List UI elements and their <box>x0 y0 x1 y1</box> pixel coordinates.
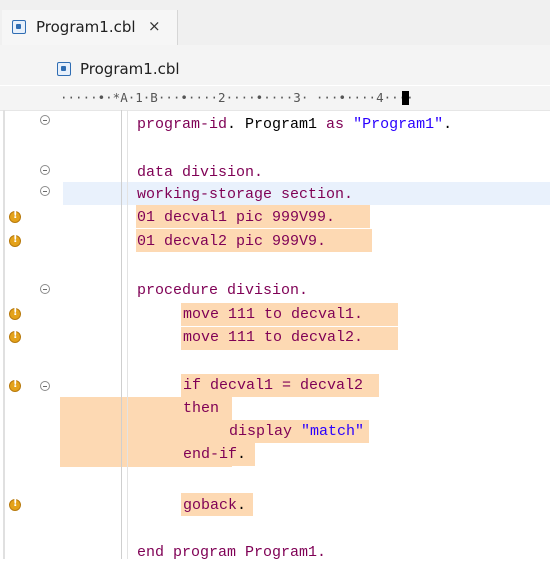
fold-toggle-icon[interactable] <box>40 284 50 294</box>
keyword: move <box>183 306 220 323</box>
code-line: if decval1 = decval2 <box>183 374 363 397</box>
warning-icon[interactable] <box>9 307 21 320</box>
code-line: move 111 to decval1. <box>183 303 363 326</box>
code-text: 111 <box>219 306 265 323</box>
code-line: data division. <box>137 164 264 181</box>
ruler-cursor-marker <box>402 91 409 105</box>
code-text: . <box>237 497 247 514</box>
code-line: 01 decval1 pic 999V99. <box>137 206 335 229</box>
code-text: . <box>443 116 453 133</box>
tab-program1[interactable]: Program1.cbl × <box>2 10 178 45</box>
code-text: 01 decval1 <box>137 209 237 226</box>
warning-icon[interactable] <box>9 379 21 392</box>
code-text: 999V99. <box>263 209 336 226</box>
keyword: pic <box>236 209 264 226</box>
code-text: . Program1 <box>227 116 327 133</box>
cobol-file-icon <box>57 62 71 76</box>
code-text: . <box>237 446 247 463</box>
breadcrumb-file[interactable]: Program1.cbl <box>80 60 180 78</box>
code-line: move 111 to decval2. <box>183 326 363 349</box>
tab-title: Program1.cbl <box>36 18 136 36</box>
cobol-file-icon <box>12 20 26 34</box>
keyword: goback <box>183 497 238 514</box>
code-line: 01 decval2 pic 999V9. <box>137 230 326 253</box>
code-text: decval2. <box>282 329 364 346</box>
ruler-text: ·····•·*A·1·B···•····2····•····3· ···•··… <box>60 90 414 105</box>
code-line: display "match" <box>229 420 364 443</box>
code-text: decval1. <box>282 306 364 323</box>
fold-toggle-icon[interactable] <box>40 186 50 196</box>
warning-icon[interactable] <box>9 234 21 247</box>
column-ruler: ·····•·*A·1·B···•····2····•····3· ···•··… <box>0 86 550 111</box>
editor-left-border <box>3 110 5 559</box>
keyword: display <box>229 423 293 440</box>
code-line: program-id. Program1 as "Program1". <box>137 113 452 136</box>
keyword: program-id <box>137 116 228 133</box>
code-text: Program1. <box>236 544 327 561</box>
fold-toggle-icon[interactable] <box>40 381 50 391</box>
code-text: 111 <box>219 329 265 346</box>
code-editor[interactable]: program-id. Program1 as "Program1". data… <box>0 110 550 561</box>
keyword: move <box>183 329 220 346</box>
code-line: goback. <box>183 494 246 517</box>
fold-toggle-icon[interactable] <box>40 165 50 175</box>
keyword: to <box>264 306 283 323</box>
string-literal: "match" <box>301 423 365 440</box>
code-line: end program Program1. <box>137 541 326 564</box>
area-a-guide <box>121 110 122 559</box>
editor-tab-bar: Program1.cbl × <box>0 0 550 45</box>
code-line: then <box>183 400 220 417</box>
keyword: end-if <box>183 446 238 463</box>
area-b-guide <box>127 110 128 559</box>
keyword: to <box>264 329 283 346</box>
keyword: end program <box>137 544 237 561</box>
warning-icon[interactable] <box>9 498 21 511</box>
warning-icon[interactable] <box>9 330 21 343</box>
code-text: decval1 = decval2 <box>201 377 364 394</box>
code-line: procedure division. <box>137 282 309 299</box>
code-line: end-if. <box>183 443 246 466</box>
code-text: 999V9. <box>263 233 327 250</box>
keyword: pic <box>236 233 264 250</box>
keyword: as <box>326 116 345 133</box>
fold-toggle-icon[interactable] <box>40 115 50 125</box>
close-icon[interactable]: × <box>148 17 161 35</box>
warning-icon[interactable] <box>9 210 21 223</box>
breadcrumb: Program1.cbl <box>0 45 550 85</box>
string-literal: "Program1" <box>353 116 444 133</box>
code-text: 01 decval2 <box>137 233 237 250</box>
keyword: if <box>183 377 202 394</box>
code-line: working-storage section. <box>137 186 354 203</box>
